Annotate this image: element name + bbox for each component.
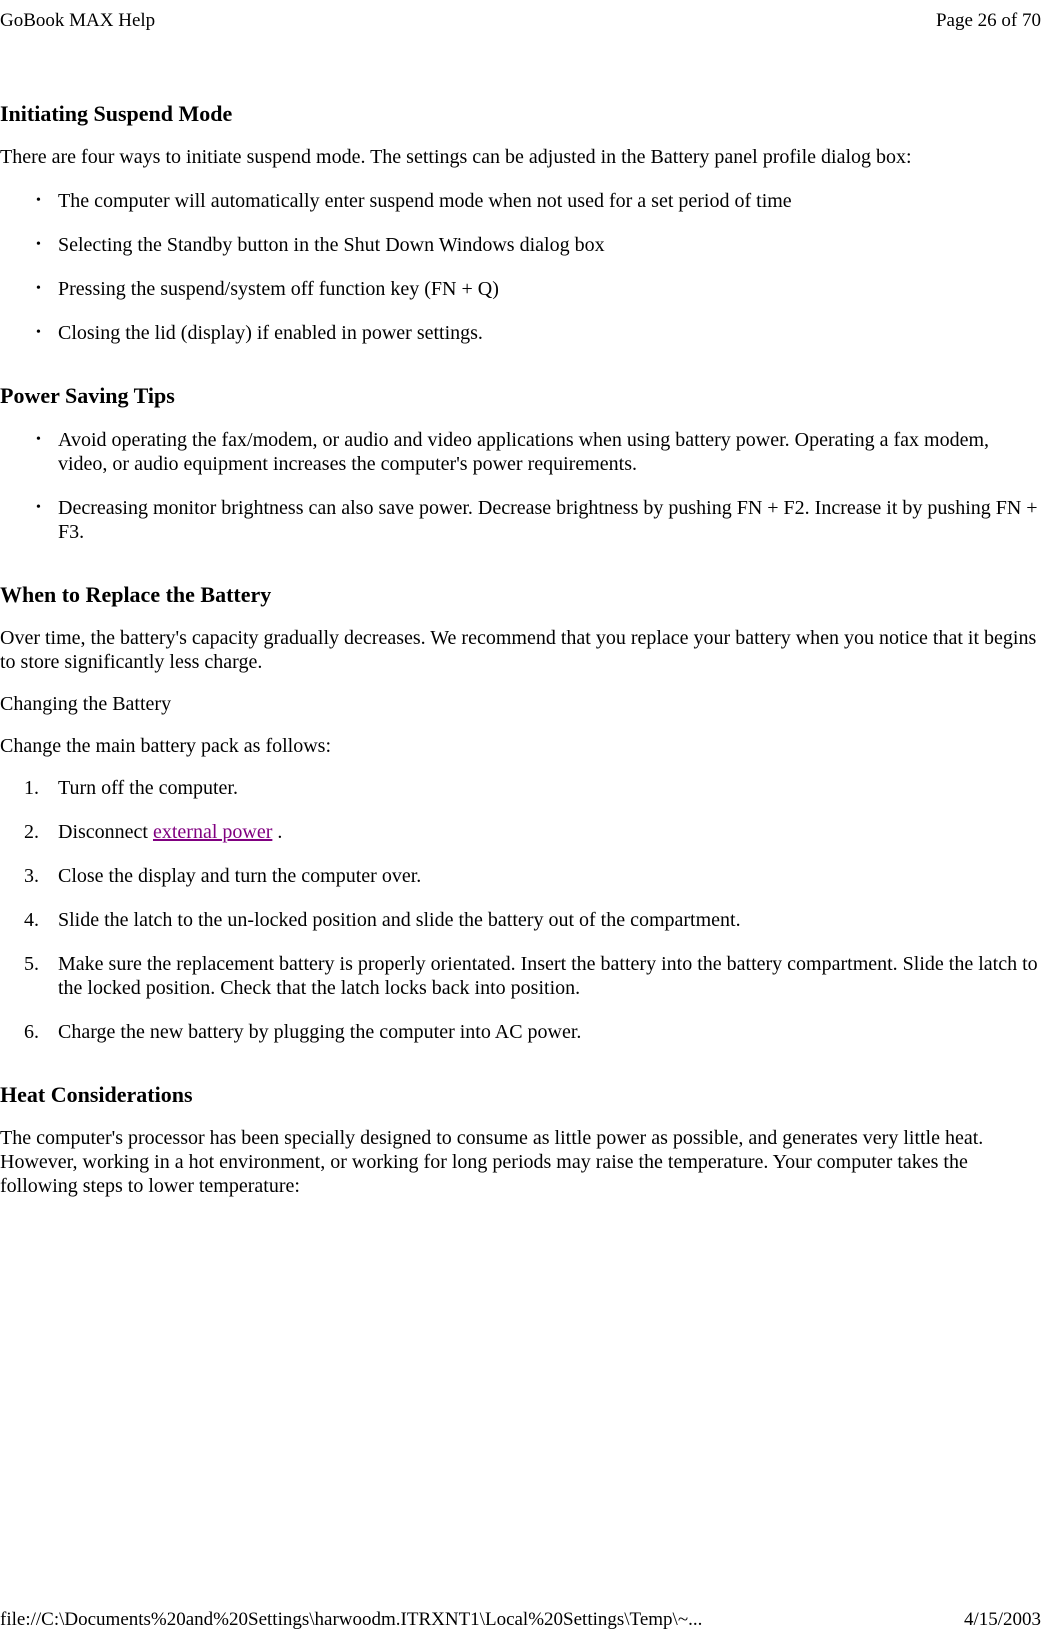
list-item: Avoid operating the fax/modem, or audio … bbox=[0, 428, 1041, 476]
list-item: Turn off the computer. bbox=[0, 776, 1041, 800]
heading-suspend-mode: Initiating Suspend Mode bbox=[0, 101, 1041, 127]
page-header: GoBook MAX Help Page 26 of 70 bbox=[0, 0, 1049, 33]
battery-steps-list: Turn off the computer. Disconnect extern… bbox=[0, 776, 1041, 1044]
step-text-prefix: Disconnect bbox=[58, 821, 153, 843]
list-item: Selecting the Standby button in the Shut… bbox=[0, 233, 1041, 257]
heading-heat-considerations: Heat Considerations bbox=[0, 1082, 1041, 1108]
header-title: GoBook MAX Help bbox=[0, 10, 155, 33]
suspend-intro: There are four ways to initiate suspend … bbox=[0, 145, 1041, 169]
list-item: Closing the lid (display) if enabled in … bbox=[0, 321, 1041, 345]
list-item: Make sure the replacement battery is pro… bbox=[0, 952, 1041, 1000]
footer-date: 4/15/2003 bbox=[964, 1609, 1041, 1632]
document-content: Initiating Suspend Mode There are four w… bbox=[0, 101, 1049, 1199]
heading-replace-battery: When to Replace the Battery bbox=[0, 582, 1041, 608]
external-power-link[interactable]: external power bbox=[153, 821, 272, 843]
heat-intro: The computer's processor has been specia… bbox=[0, 1126, 1041, 1198]
heading-power-tips: Power Saving Tips bbox=[0, 383, 1041, 409]
list-item: The computer will automatically enter su… bbox=[0, 189, 1041, 213]
change-instruction: Change the main battery pack as follows: bbox=[0, 734, 1041, 758]
list-item: Slide the latch to the un-locked positio… bbox=[0, 908, 1041, 932]
step-text-suffix: . bbox=[272, 821, 282, 843]
list-item: Close the display and turn the computer … bbox=[0, 864, 1041, 888]
suspend-list: The computer will automatically enter su… bbox=[0, 189, 1041, 345]
list-item: Pressing the suspend/system off function… bbox=[0, 277, 1041, 301]
changing-battery-subheading: Changing the Battery bbox=[0, 692, 1041, 716]
header-page-info: Page 26 of 70 bbox=[936, 10, 1041, 33]
power-tips-list: Avoid operating the fax/modem, or audio … bbox=[0, 428, 1041, 544]
list-item: Charge the new battery by plugging the c… bbox=[0, 1020, 1041, 1044]
list-item: Decreasing monitor brightness can also s… bbox=[0, 496, 1041, 544]
footer-path: file://C:\Documents%20and%20Settings\har… bbox=[0, 1609, 702, 1632]
page-footer: file://C:\Documents%20and%20Settings\har… bbox=[0, 1609, 1041, 1632]
list-item: Disconnect external power . bbox=[0, 820, 1041, 844]
replace-battery-intro: Over time, the battery's capacity gradua… bbox=[0, 626, 1041, 674]
